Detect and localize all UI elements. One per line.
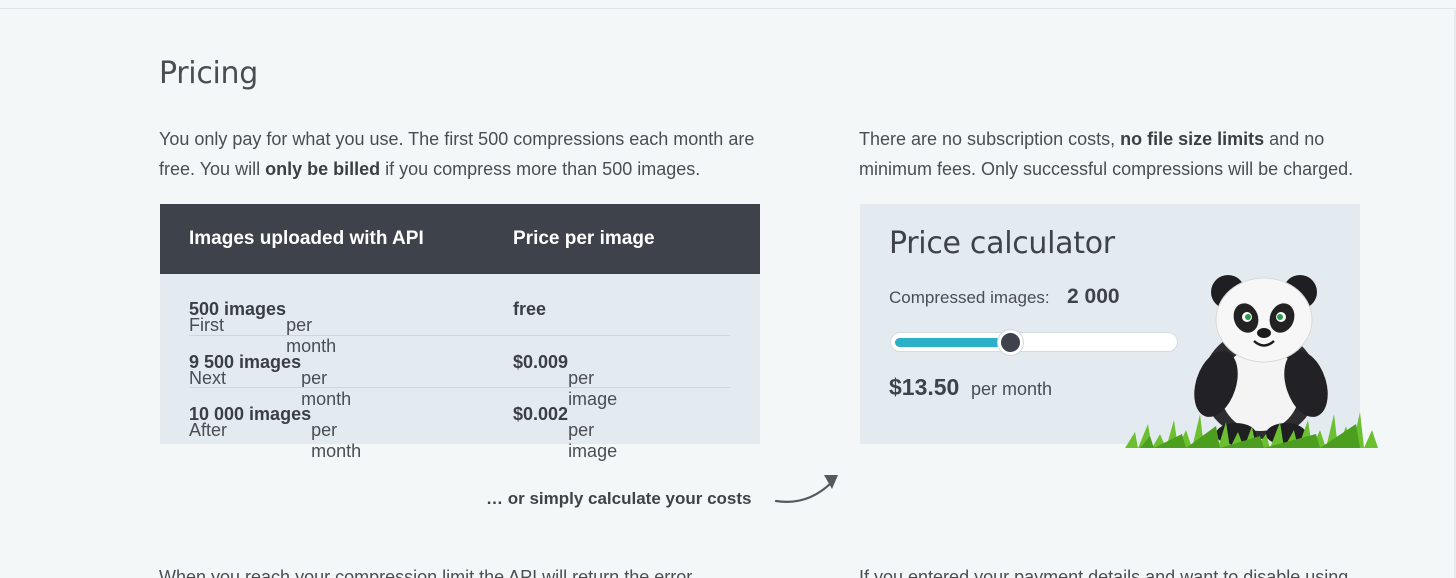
compressed-images-label: Compressed images: bbox=[889, 288, 1050, 307]
price-calculator: Price calculator Compressed images: 2 00… bbox=[860, 204, 1378, 448]
calculator-title: Price calculator bbox=[889, 226, 1115, 261]
table-row: Next 9 500 images per month $0.009 per i… bbox=[160, 336, 760, 409]
price-period: per month bbox=[971, 379, 1053, 399]
compressed-images-count: 2 000 bbox=[1067, 285, 1120, 308]
table-row: First 500 images per month free bbox=[160, 283, 760, 356]
calculate-costs-hint: … or simply calculate your costs bbox=[486, 489, 752, 508]
top-divider bbox=[0, 8, 1456, 9]
intro-left-bold: only be billed bbox=[265, 159, 381, 179]
curved-arrow-icon bbox=[774, 475, 838, 503]
disable-usage-text: If you entered your payment details and … bbox=[859, 567, 1349, 578]
limit-reached-text: When you reach your compression limit th… bbox=[159, 567, 693, 578]
pricing-table: Images uploaded with API Price per image… bbox=[160, 204, 760, 461]
header-price-per-image: Price per image bbox=[513, 228, 655, 249]
tier-description: First 500 images per month bbox=[189, 299, 337, 356]
tier-description: After 10 000 images per month bbox=[189, 404, 362, 461]
pricing-intro-left: You only pay for what you use. The first… bbox=[159, 124, 769, 184]
tier-description: Next 9 500 images per month bbox=[189, 352, 352, 409]
slider-handle[interactable] bbox=[998, 330, 1023, 355]
tier-price: $0.002 per image bbox=[513, 404, 618, 461]
page-title: Pricing bbox=[159, 56, 259, 91]
intro-right-bold: no file size limits bbox=[1120, 129, 1265, 149]
calculated-price: $13.50 bbox=[889, 374, 960, 400]
header-images-uploaded: Images uploaded with API bbox=[189, 228, 424, 249]
slider-fill bbox=[895, 338, 1002, 347]
panda-mascot-icon bbox=[1125, 275, 1378, 448]
tier-price: $0.009 per image bbox=[513, 352, 618, 409]
pricing-intro-right: There are no subscription costs, no file… bbox=[859, 124, 1379, 184]
table-row: After 10 000 images per month $0.002 per… bbox=[160, 388, 760, 461]
tier-price: free bbox=[513, 299, 547, 319]
intro-left-text-2: if you compress more than 500 images. bbox=[380, 159, 701, 179]
intro-right-text-1: There are no subscription costs, bbox=[859, 129, 1121, 149]
pricing-table-header: Images uploaded with API Price per image bbox=[160, 204, 760, 274]
